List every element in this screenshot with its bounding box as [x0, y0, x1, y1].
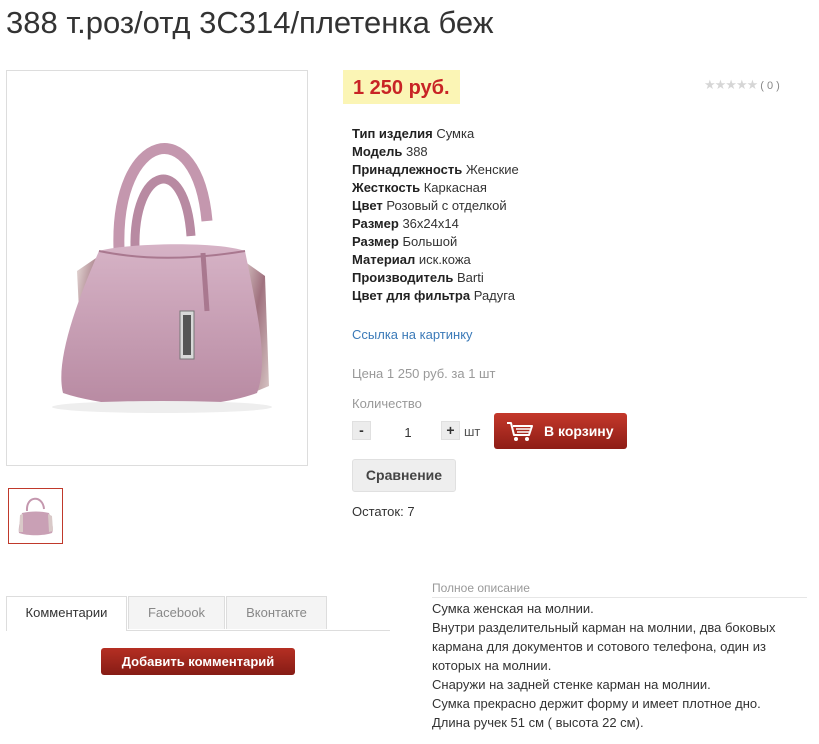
quantity-label: Количество — [352, 396, 422, 411]
property-name: Модель — [352, 144, 403, 159]
property-value: Сумка — [436, 126, 475, 141]
quantity-input[interactable] — [376, 421, 440, 443]
page-title: 388 т.роз/отд 3С314/плетенка беж — [6, 5, 494, 40]
property-row: Цвет Розовый с отделкой — [352, 197, 519, 215]
property-row: Производитель Barti — [352, 269, 519, 287]
unit-price: Цена 1 250 руб. за 1 шт — [352, 366, 496, 381]
tab-comments[interactable]: Комментарии — [6, 596, 127, 631]
quantity-plus-button[interactable]: + — [441, 421, 460, 440]
property-row: Размер 36x24x14 — [352, 215, 519, 233]
property-name: Цвет для фильтра — [352, 288, 471, 303]
property-name: Размер — [352, 216, 399, 231]
property-value: Barti — [456, 270, 484, 285]
description-line: Сумка прекрасно держит форму и имеет пло… — [432, 696, 761, 711]
property-row: Принадлежность Женские — [352, 161, 519, 179]
rating-stars-icon[interactable]: ★★★★★ — [704, 78, 758, 93]
property-value: Каркасная — [423, 180, 487, 195]
handbag-thumbnail-photo — [18, 497, 53, 536]
property-row: Модель 388 — [352, 143, 519, 161]
rating-count: ( 0 ) — [760, 79, 780, 92]
add-comment-button[interactable]: Добавить комментарий — [101, 648, 295, 675]
quantity-unit: шт — [464, 424, 481, 439]
property-name: Цвет — [352, 198, 383, 213]
comment-tabs: Комментарии Facebook Вконтакте — [6, 596, 328, 631]
product-thumbnail[interactable] — [8, 488, 63, 544]
property-name: Тип изделия — [352, 126, 433, 141]
property-value: Большой — [402, 234, 458, 249]
description-line: Длина ручек 51 см ( высота 22 см). — [432, 715, 644, 730]
property-name: Размер — [352, 234, 399, 249]
product-main-photo[interactable] — [6, 70, 308, 466]
description-line: Снаружи на задней стенке карман на молни… — [432, 677, 711, 692]
description-line: Сумка женская на молнии. — [432, 601, 594, 616]
price-tag: 1 250 руб. — [343, 70, 460, 104]
stock-remaining: Остаток: 7 — [352, 504, 415, 519]
property-value: Розовый с отделкой — [386, 198, 507, 213]
property-value: иск.кожа — [418, 252, 471, 267]
property-value: 36x24x14 — [402, 216, 459, 231]
add-to-cart-button[interactable]: В корзину — [494, 413, 627, 449]
description-heading: Полное описание — [432, 580, 807, 598]
handbag-photo — [52, 143, 272, 413]
tab-facebook[interactable]: Facebook — [128, 596, 225, 629]
product-properties: Тип изделия Сумка Модель 388 Принадлежно… — [352, 125, 519, 305]
description-line: Внутри разделительный карман на молнии, … — [432, 620, 776, 673]
image-link[interactable]: Ссылка на картинку — [352, 327, 473, 342]
compare-button[interactable]: Сравнение — [352, 459, 456, 492]
rating[interactable]: ★★★★★ ( 0 ) — [704, 78, 780, 93]
property-row: Жесткость Каркасная — [352, 179, 519, 197]
cart-icon — [507, 422, 533, 441]
quantity-minus-button[interactable]: - — [352, 421, 371, 440]
property-row: Размер Большой — [352, 233, 519, 251]
property-name: Жесткость — [352, 180, 421, 195]
property-value: 388 — [405, 144, 428, 159]
add-to-cart-label: В корзину — [544, 423, 614, 439]
property-name: Материал — [352, 252, 416, 267]
property-value: Радуга — [473, 288, 515, 303]
property-row: Материал иск.кожа — [352, 251, 519, 269]
property-row: Тип изделия Сумка — [352, 125, 519, 143]
property-name: Принадлежность — [352, 162, 463, 177]
tab-vkontakte[interactable]: Вконтакте — [226, 596, 327, 629]
property-row: Цвет для фильтра Радуга — [352, 287, 519, 305]
property-name: Производитель — [352, 270, 454, 285]
property-value: Женские — [465, 162, 519, 177]
description-text: Сумка женская на молнии. Внутри разделит… — [432, 599, 787, 732]
